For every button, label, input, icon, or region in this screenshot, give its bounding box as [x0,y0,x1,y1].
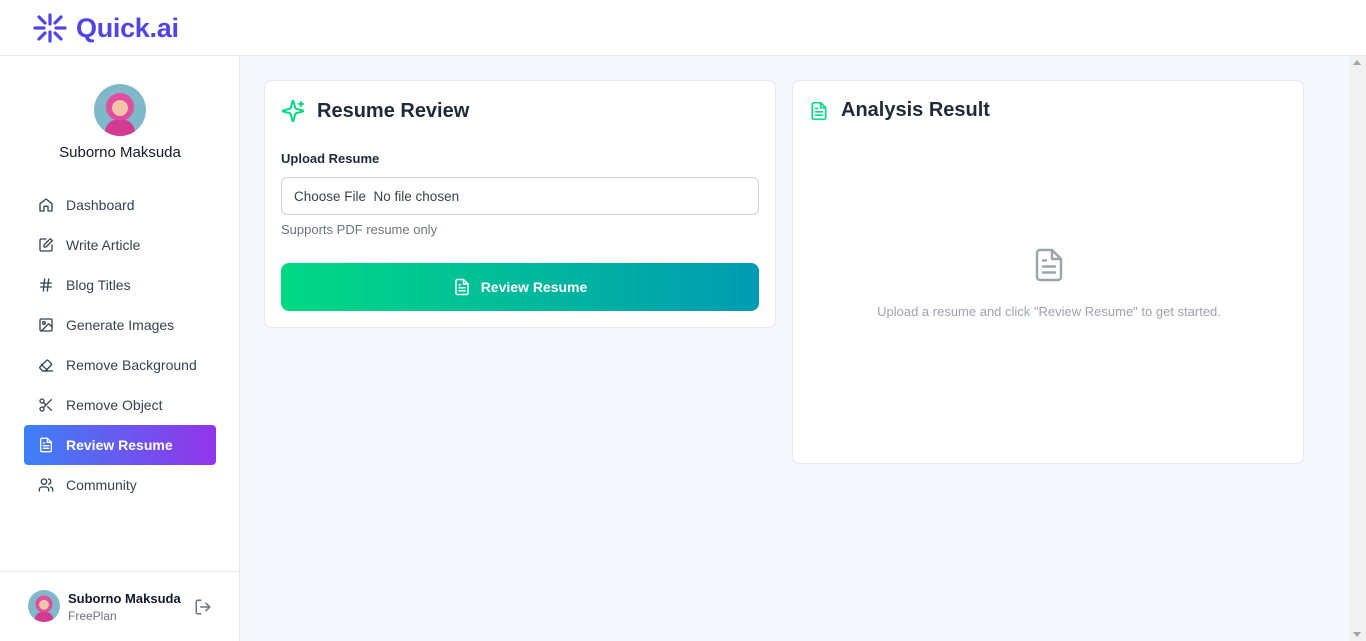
profile-name: Suborno Maksuda [59,144,181,161]
user-profile: Suborno Maksuda [0,84,240,161]
edit-icon [39,238,53,252]
sidebar-item-label: Generate Images [66,317,175,333]
main-content: Resume Review Upload Resume Choose File … [240,56,1349,641]
card-title: Analysis Result [841,99,990,121]
sidebar-item-label: Blog Titles [66,277,131,293]
file-text-icon [1035,248,1063,282]
page-scrollbar[interactable] [1349,56,1366,641]
sidebar-nav: Dashboard Write Article Blog Titles Gene… [24,185,216,505]
sidebar: Suborno Maksuda Dashboard Write Article … [0,56,240,641]
hash-icon [40,278,52,292]
sidebar-footer: Suborno Maksuda FreePlan [0,571,240,641]
image-icon [39,318,53,332]
home-icon [39,198,53,212]
analysis-result-header: Analysis Result [809,99,990,122]
review-resume-button[interactable]: Review Resume [281,263,759,311]
sidebar-item-blog-titles[interactable]: Blog Titles [24,265,216,305]
upload-label: Upload Resume [281,151,380,166]
sidebar-item-label: Remove Background [66,357,197,373]
sidebar-item-write-article[interactable]: Write Article [24,225,216,265]
scissors-icon [39,398,52,412]
upload-hint: Supports PDF resume only [281,222,438,237]
card-title: Resume Review [317,99,470,122]
top-bar: Quick.ai [0,0,1366,56]
file-text-icon [454,278,469,296]
sparkle-logo-icon [33,13,67,43]
avatar[interactable] [28,590,60,622]
app-name: Quick.ai [76,12,179,43]
avatar [94,84,146,136]
resume-review-header: Resume Review [281,99,469,123]
users-icon [38,478,54,492]
empty-state-message: Upload a resume and click "Review Resume… [877,304,1221,319]
eraser-icon [39,359,54,372]
file-text-icon [811,101,827,120]
empty-state: Upload a resume and click "Review Resume… [793,247,1305,319]
review-resume-button-label: Review Resume [480,279,588,295]
sidebar-item-review-resume[interactable]: Review Resume [24,425,216,465]
sidebar-item-label: Dashboard [66,197,135,213]
sidebar-item-dashboard[interactable]: Dashboard [24,185,216,225]
sidebar-item-remove-object[interactable]: Remove Object [24,385,216,425]
footer-user-name: Suborno Maksuda [68,591,181,606]
logout-icon[interactable] [194,598,212,616]
resume-review-card: Resume Review Upload Resume Choose File … [264,80,776,328]
sidebar-item-label: Community [66,477,137,493]
sidebar-item-label: Write Article [66,237,141,253]
file-text-icon [40,437,52,453]
sidebar-item-remove-background[interactable]: Remove Background [24,345,216,385]
scroll-up-arrow-icon[interactable] [1353,60,1361,65]
app-logo[interactable]: Quick.ai [32,12,179,44]
analysis-result-card: Analysis Result Upload a resume and clic… [792,80,1304,464]
sidebar-item-label: Review Resume [66,437,173,453]
footer-user-plan: FreePlan [68,609,117,623]
sidebar-item-label: Remove Object [66,397,163,413]
resume-file-input[interactable]: Choose File No file chosen [281,177,759,215]
sidebar-item-generate-images[interactable]: Generate Images [24,305,216,345]
sparkles-icon [281,99,305,123]
scroll-down-arrow-icon[interactable] [1353,632,1361,637]
sidebar-item-community[interactable]: Community [24,465,216,505]
